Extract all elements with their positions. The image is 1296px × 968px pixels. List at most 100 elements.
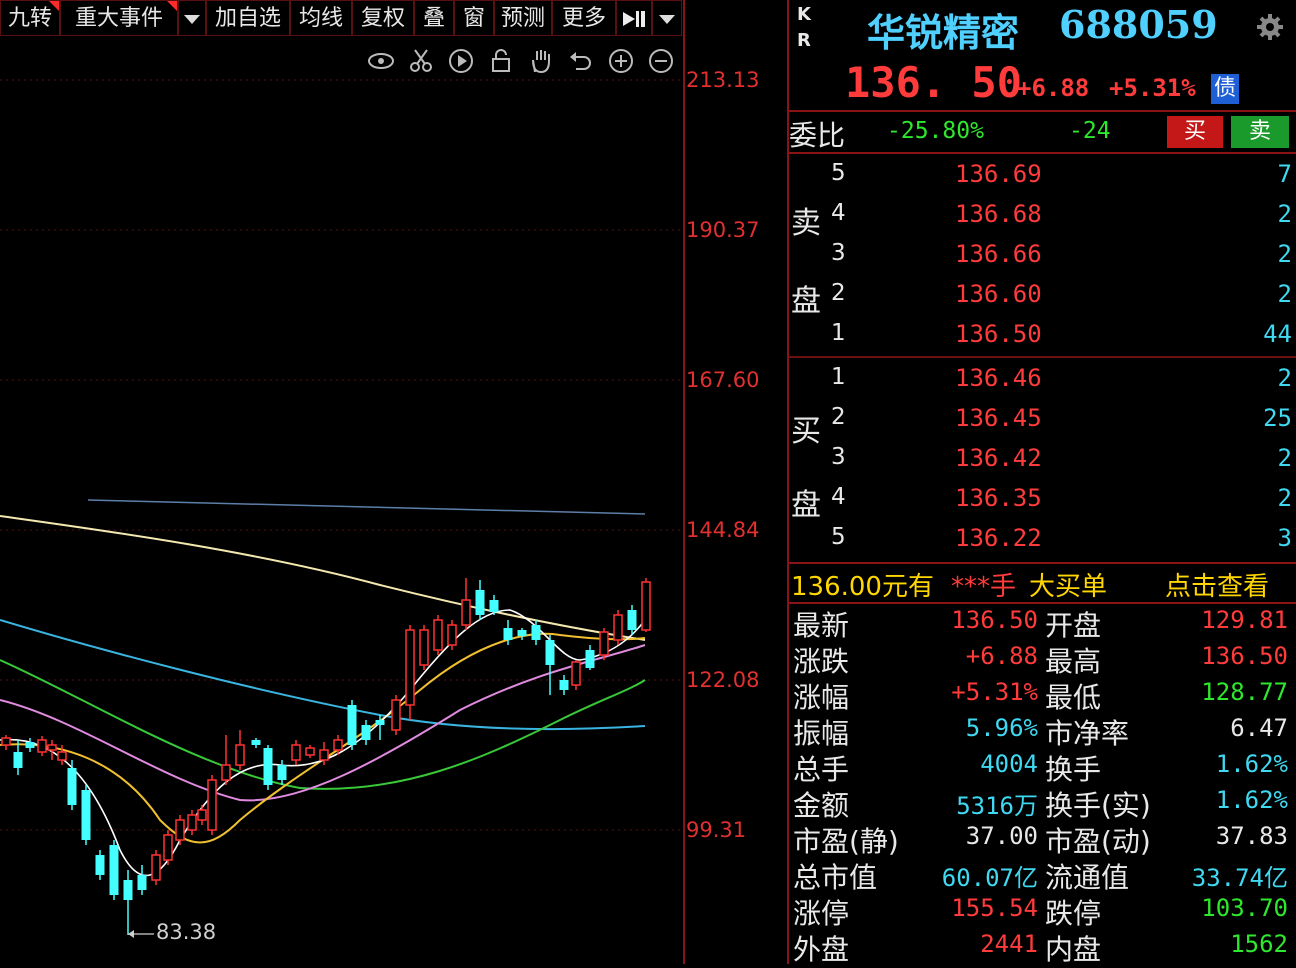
bid-level-number: 4 [831,484,846,510]
price-axis-label: 190.37 [686,218,760,242]
candle-body [47,744,57,751]
stat-label: 总市值 [793,861,878,894]
candle-body [263,748,273,785]
bid-volume: 3 [1277,524,1292,552]
view-details-link[interactable]: 点击查看 [1165,566,1269,603]
bid-volume: 25 [1263,404,1292,432]
candle-body [81,790,91,840]
ask-level-number: 3 [831,240,846,266]
stat-value: 4004 [980,750,1038,778]
ask-price: 136.66 [955,240,1042,268]
candle-body [251,740,261,745]
candle-body [447,624,457,646]
candle-body [405,629,415,706]
candle-body [163,834,173,861]
candle-body [613,614,623,641]
stat-value: +5.31% [951,678,1038,706]
ask-level-row[interactable]: 2 136.60 2 [789,280,1296,316]
divider [789,356,1296,358]
buy-button[interactable]: 买 [1167,116,1223,148]
bid-level-number: 2 [831,404,846,430]
weibi-diff: -24 [1069,118,1111,144]
stat-label: 市盈(动) [1045,825,1151,858]
bid-level-row[interactable]: 2 136.45 25 [789,404,1296,440]
bid-price: 136.35 [955,484,1042,512]
stat-row: 市盈(静) 37.00 市盈(动) 37.83 [789,820,1296,858]
price-change: +6.88 [1017,74,1090,102]
bond-badge[interactable]: 债 [1211,74,1239,104]
candle-body [375,720,385,725]
stat-value: 37.00 [965,822,1038,850]
price-axis-label: 122.08 [686,668,760,692]
low-price-marker: 83.38 [156,920,217,944]
stat-value: 1.62% [1215,786,1288,814]
big-order-price: 136.00元有 [791,572,934,602]
bid-price: 136.22 [955,524,1042,552]
bid-price: 136.46 [955,364,1042,392]
price-change-pct: +5.31% [1109,74,1196,102]
kline-k-label[interactable]: K [797,4,811,25]
stat-row: 涨幅 +5.31% 最低 128.77 [789,676,1296,714]
ask-level-row[interactable]: 3 136.66 2 [789,240,1296,276]
stat-value: 136.50 [951,606,1038,634]
candle-body [461,599,471,626]
gear-icon[interactable] [1255,12,1285,42]
bid-volume: 2 [1277,444,1292,472]
stat-value: 5.96% [965,714,1038,742]
candlestick-chart[interactable] [0,0,684,964]
candle-body [641,581,651,631]
candle-body [503,628,513,640]
quote-panel: K R 华锐精密 688059 136. 50 +6.88 +5.31% 债 委… [789,0,1296,966]
candle-body [531,625,541,640]
sell-button[interactable]: 卖 [1231,116,1289,148]
ask-level-row[interactable]: 5 136.69 7 [789,160,1296,196]
candle-body [67,768,77,805]
stat-value: 6.47 [1230,714,1288,742]
divider [789,152,1296,154]
chart-axis-divider [683,0,685,964]
stat-value: 60.07亿 [941,864,1038,892]
bid-level-row[interactable]: 3 136.42 2 [789,444,1296,480]
stat-row: 总市值 60.07亿 流通值 33.74亿 [789,856,1296,894]
ask-level-row[interactable]: 1 136.50 44 [789,320,1296,356]
stat-label: 涨停 [793,897,850,930]
bid-level-row[interactable]: 4 136.35 2 [789,484,1296,520]
stat-row: 振幅 5.96% 市净率 6.47 [789,712,1296,750]
ma-line [87,499,646,515]
ask-level-number: 5 [831,160,846,186]
ask-level-number: 2 [831,280,846,306]
stat-row: 涨跌 +6.88 最高 136.50 [789,640,1296,678]
stat-label: 最高 [1045,645,1102,678]
candle-body [175,819,185,841]
stat-value: 128.77 [1201,678,1288,706]
price-axis-label: 144.84 [686,518,760,542]
stat-row: 总手 4004 换手 1.62% [789,748,1296,786]
bid-level-row[interactable]: 5 136.22 3 [789,524,1296,560]
stat-label: 金额 [793,789,850,822]
big-order-label: 大买单 [1029,572,1108,602]
candle-body [391,699,401,731]
candle-body [13,752,23,768]
ask-volume: 2 [1277,200,1292,228]
ask-level-row[interactable]: 4 136.68 2 [789,200,1296,236]
last-price: 136. 50 [845,58,1023,107]
bid-level-row[interactable]: 1 136.46 2 [789,364,1296,400]
stat-value: 2441 [980,930,1038,958]
candle-body [207,779,217,831]
candle-body [361,725,371,740]
stat-value: 155.54 [951,894,1038,922]
candle-body [197,809,207,821]
ask-price: 136.50 [955,320,1042,348]
bid-level-number: 1 [831,364,846,390]
stat-value: +6.88 [965,642,1038,670]
stat-label: 换手 [1045,753,1102,786]
stat-label: 外盘 [793,933,850,966]
ma-line [0,515,646,641]
big-order-banner[interactable]: 136.00元有 ***手 大买单 点击查看 [789,564,1296,602]
candle-body [489,600,499,612]
kline-r-label[interactable]: R [797,30,811,51]
stat-label: 市净率 [1045,717,1130,750]
candle-body [109,845,119,895]
low-marker-arrow [128,930,134,938]
ask-volume: 44 [1263,320,1292,348]
